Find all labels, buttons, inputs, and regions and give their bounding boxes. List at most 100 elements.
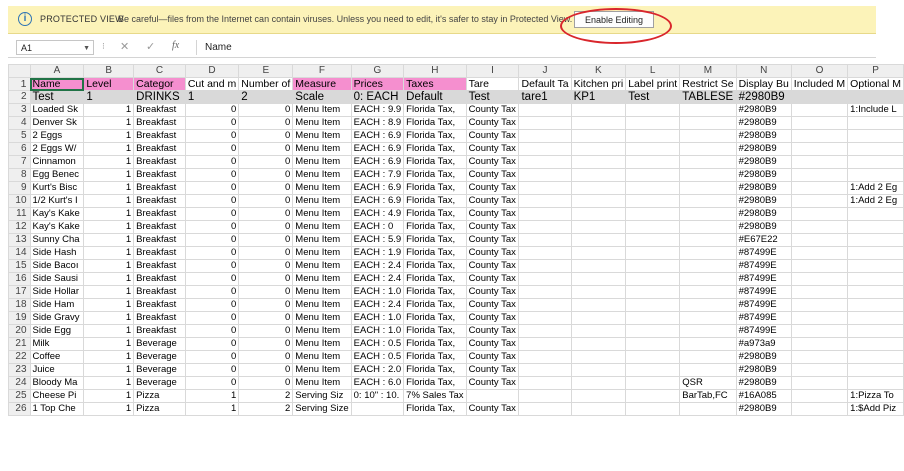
column-header-g[interactable]: G — [350, 64, 405, 78]
cell[interactable]: #87499E — [735, 259, 792, 273]
cell[interactable]: 1 — [83, 246, 135, 260]
cell[interactable] — [625, 376, 681, 390]
cell[interactable]: 1 — [83, 324, 135, 338]
cell[interactable]: County Tax — [465, 207, 520, 221]
cell[interactable] — [570, 155, 627, 169]
cancel-icon[interactable]: ✕ — [120, 40, 129, 53]
cell[interactable] — [625, 181, 681, 195]
cell[interactable]: Pizza — [133, 402, 186, 416]
cell[interactable] — [625, 207, 681, 221]
cell[interactable] — [847, 233, 904, 247]
cell[interactable]: County Tax — [465, 337, 520, 351]
cell[interactable] — [679, 129, 737, 143]
cell[interactable] — [518, 168, 572, 182]
cell[interactable]: EACH : 1.9 — [350, 246, 405, 260]
cell[interactable]: County Tax — [465, 285, 520, 299]
cell[interactable] — [790, 402, 849, 416]
column-header-h[interactable]: H — [403, 64, 467, 78]
cell[interactable]: #2980B9 — [735, 90, 792, 104]
cell[interactable]: Menu Item — [292, 168, 352, 182]
cell[interactable]: 1:Add 2 Eg — [847, 194, 904, 208]
cell[interactable]: 1:$Add Piz — [847, 402, 904, 416]
cell[interactable]: Menu Item — [292, 376, 352, 390]
cell[interactable] — [625, 129, 681, 143]
cell[interactable]: Categor — [133, 77, 186, 91]
cell[interactable] — [679, 155, 737, 169]
cell[interactable]: 0 — [238, 272, 294, 286]
cell[interactable]: Florida Tax, — [403, 233, 467, 247]
cell[interactable]: Menu Item — [292, 233, 352, 247]
cell[interactable] — [625, 324, 681, 338]
confirm-icon[interactable]: ✓ — [146, 40, 155, 53]
name-box[interactable]: A1 ▼ — [16, 40, 94, 55]
cell[interactable] — [465, 389, 520, 403]
cell[interactable]: Breakfast — [133, 220, 186, 234]
cell[interactable] — [570, 350, 627, 364]
cell[interactable] — [518, 324, 572, 338]
cell[interactable]: Breakfast — [133, 298, 186, 312]
cell[interactable]: 1 — [83, 233, 135, 247]
row-header[interactable]: 1 — [8, 77, 31, 91]
cell[interactable] — [570, 376, 627, 390]
cell[interactable]: Breakfast — [133, 207, 186, 221]
cell[interactable]: 1:Include L — [847, 103, 904, 117]
cell[interactable]: EACH : 2.4 — [350, 272, 405, 286]
cell[interactable]: 1 — [184, 389, 240, 403]
row-header[interactable]: 24 — [8, 376, 31, 390]
formula-input[interactable]: Name — [196, 40, 876, 55]
cell[interactable]: Breakfast — [133, 233, 186, 247]
cell[interactable]: 1 — [83, 181, 135, 195]
cell[interactable] — [570, 337, 627, 351]
row-header[interactable]: 6 — [8, 142, 31, 156]
cell[interactable]: 1 — [83, 142, 135, 156]
cell[interactable]: Florida Tax, — [403, 194, 467, 208]
cell[interactable]: 0 — [184, 142, 240, 156]
cell[interactable]: County Tax — [465, 272, 520, 286]
cell[interactable]: EACH : 9.9 — [350, 103, 405, 117]
cell[interactable] — [679, 259, 737, 273]
cell[interactable]: Side Hash — [29, 246, 85, 260]
cell[interactable]: 0 — [184, 285, 240, 299]
cell[interactable]: County Tax — [465, 142, 520, 156]
cell[interactable] — [518, 259, 572, 273]
cell[interactable]: Florida Tax, — [403, 181, 467, 195]
cell[interactable]: #E67E22 — [735, 233, 792, 247]
cell[interactable]: EACH : 0.5 — [350, 350, 405, 364]
column-header-l[interactable]: L — [625, 64, 681, 78]
cell[interactable]: Menu Item — [292, 103, 352, 117]
cell[interactable]: Florida Tax, — [403, 285, 467, 299]
cell[interactable]: Florida Tax, — [403, 168, 467, 182]
cell[interactable]: 0 — [184, 103, 240, 117]
cell[interactable]: 0 — [184, 272, 240, 286]
cell[interactable] — [625, 350, 681, 364]
cell[interactable]: 1 — [83, 311, 135, 325]
cell[interactable]: 0 — [184, 155, 240, 169]
cell[interactable] — [518, 350, 572, 364]
cell[interactable] — [790, 233, 849, 247]
cell[interactable]: #2980B9 — [735, 402, 792, 416]
cell[interactable] — [518, 103, 572, 117]
cell[interactable]: 0 — [184, 363, 240, 377]
cell[interactable]: DRINKS — [133, 90, 186, 104]
cell[interactable] — [625, 194, 681, 208]
cell[interactable] — [518, 142, 572, 156]
cell[interactable]: #2980B9 — [735, 116, 792, 130]
row-header[interactable]: 20 — [8, 324, 31, 338]
column-header-f[interactable]: F — [292, 64, 352, 78]
cell[interactable] — [625, 285, 681, 299]
cell[interactable]: 0 — [184, 337, 240, 351]
cell[interactable]: County Tax — [465, 246, 520, 260]
cell[interactable]: EACH : 5.9 — [350, 233, 405, 247]
cell[interactable]: Menu Item — [292, 285, 352, 299]
cell[interactable] — [625, 116, 681, 130]
cell[interactable]: County Tax — [465, 363, 520, 377]
cell[interactable]: Beverage — [133, 337, 186, 351]
cell[interactable]: 7% Sales Tax — [403, 389, 467, 403]
cell[interactable]: Name — [29, 77, 85, 91]
cell[interactable]: County Tax — [465, 103, 520, 117]
cell[interactable]: Side Ham — [29, 298, 85, 312]
cell[interactable]: EACH : 2.0 — [350, 363, 405, 377]
cell[interactable] — [570, 285, 627, 299]
cell[interactable]: #87499E — [735, 272, 792, 286]
cell[interactable]: 1 — [83, 337, 135, 351]
